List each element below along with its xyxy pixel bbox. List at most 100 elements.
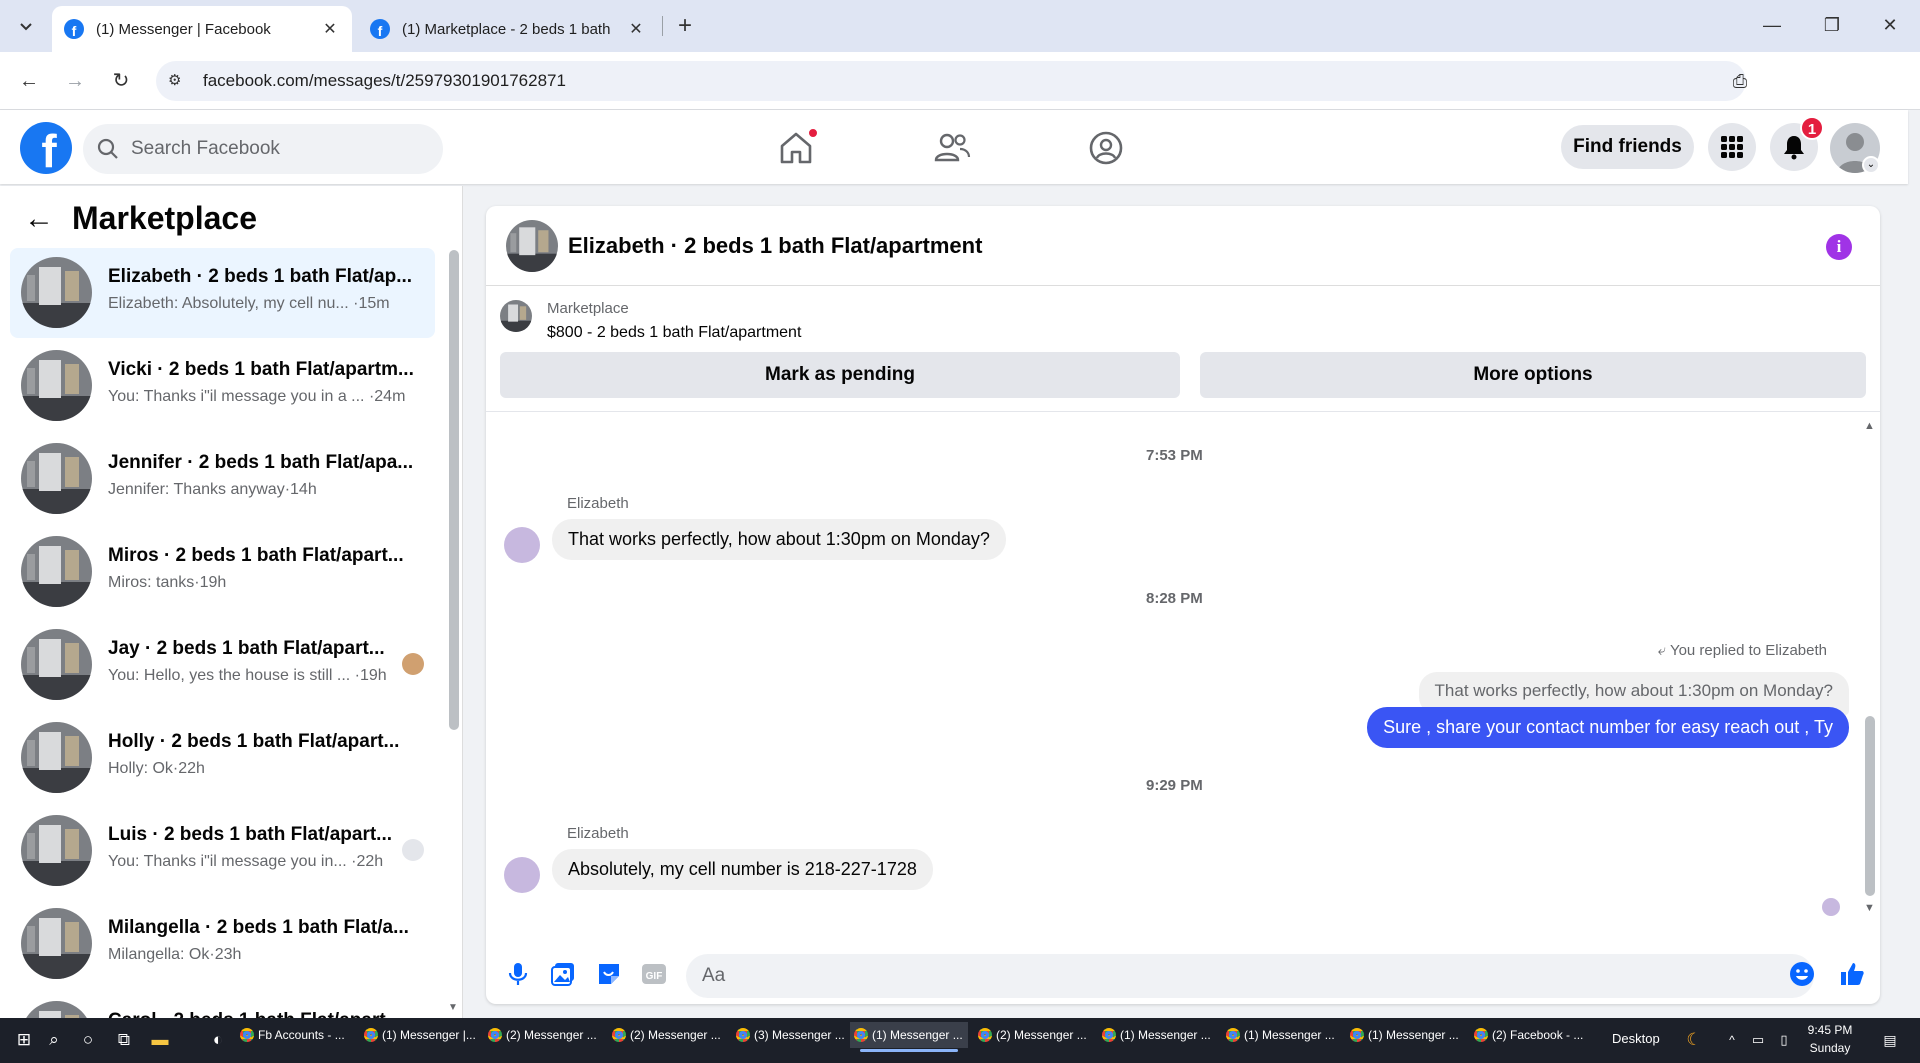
- sidebar-scrollbar[interactable]: [449, 250, 459, 730]
- scroll-down-arrow[interactable]: ▼: [1864, 902, 1875, 914]
- taskbar-window[interactable]: (1) Messenger ...: [1222, 1022, 1340, 1048]
- search-icon[interactable]: ⌕: [42, 1028, 66, 1052]
- minimize-button[interactable]: —: [1752, 10, 1792, 40]
- back-arrow-icon[interactable]: ←: [24, 202, 64, 236]
- chrome-icon: [736, 1028, 750, 1042]
- taskbar-window[interactable]: (1) Messenger |...: [360, 1022, 478, 1048]
- thumbs-up-icon[interactable]: [1838, 960, 1866, 988]
- listing-price-title[interactable]: $800 - 2 beds 1 bath Flat/apartment: [547, 324, 801, 342]
- find-friends-button[interactable]: Find friends: [1561, 125, 1694, 169]
- grid-menu-icon: [1721, 136, 1743, 158]
- chat-title[interactable]: Elizabeth · 2 beds 1 bath Flat/apartment: [568, 233, 982, 259]
- chrome-icon: [854, 1028, 868, 1042]
- scroll-up-arrow[interactable]: ▲: [1864, 420, 1875, 432]
- windows-start-icon[interactable]: ⊞: [12, 1028, 36, 1052]
- close-icon[interactable]: ✕: [320, 19, 340, 39]
- chevron-up-icon[interactable]: ^: [1720, 1028, 1744, 1052]
- notification-center-icon[interactable]: ▤: [1878, 1028, 1902, 1052]
- gif-icon[interactable]: GIF: [640, 960, 668, 988]
- listing-thumbnail: [21, 722, 92, 793]
- desktop-toolbar-label[interactable]: Desktop: [1612, 1031, 1660, 1046]
- taskbar-window[interactable]: (2) Facebook - ...: [1470, 1022, 1588, 1048]
- file-explorer-icon[interactable]: ▬: [148, 1028, 172, 1052]
- app-icon[interactable]: ◐: [206, 1028, 230, 1052]
- network-icon[interactable]: ▭: [1746, 1028, 1770, 1052]
- chevron-down-icon[interactable]: ⌄: [1862, 156, 1880, 174]
- taskbar-window[interactable]: (3) Messenger ...: [732, 1022, 850, 1048]
- chrome-icon: [240, 1028, 254, 1042]
- emoji-icon[interactable]: [1788, 960, 1816, 988]
- tab-messenger[interactable]: f (1) Messenger | Facebook ✕: [52, 6, 352, 52]
- facebook-logo-icon[interactable]: f: [20, 122, 72, 174]
- site-info-icon[interactable]: ⚙: [168, 71, 188, 91]
- facebook-icon: f: [370, 19, 390, 39]
- outgoing-message[interactable]: Sure , share your contact number for eas…: [1367, 707, 1849, 748]
- search-icon: [97, 138, 118, 159]
- taskbar-window[interactable]: (2) Messenger ...: [608, 1022, 726, 1048]
- chat-listing-thumbnail[interactable]: [506, 220, 558, 272]
- taskbar-window[interactable]: (1) Messenger ...: [1098, 1022, 1216, 1048]
- back-button[interactable]: ←: [14, 66, 44, 96]
- friends-icon[interactable]: [932, 128, 972, 168]
- mark-as-pending-button[interactable]: Mark as pending: [500, 352, 1180, 398]
- message-input[interactable]: [686, 954, 1814, 998]
- menu-button[interactable]: [1708, 123, 1756, 171]
- incoming-message[interactable]: Absolutely, my cell number is 218-227-17…: [552, 849, 933, 890]
- battery-icon[interactable]: ▯: [1772, 1028, 1796, 1052]
- incoming-message[interactable]: That works perfectly, how about 1:30pm o…: [552, 519, 1006, 560]
- conversation-item[interactable]: Luis · 2 beds 1 bath Flat/apart... You: …: [10, 806, 435, 896]
- listing-thumbnail: [21, 443, 92, 514]
- taskbar-window[interactable]: Fb Accounts - ...: [236, 1022, 354, 1048]
- message-timestamp: 8:28 PM: [1146, 590, 1203, 607]
- close-icon[interactable]: ✕: [626, 19, 646, 39]
- listing-thumbnail[interactable]: [500, 300, 532, 332]
- chat-panel: Elizabeth · 2 beds 1 bath Flat/apartment…: [486, 206, 1880, 1004]
- night-light-icon[interactable]: ☾: [1682, 1028, 1706, 1052]
- restore-button[interactable]: ❐: [1812, 10, 1852, 40]
- chevron-down-icon: [20, 23, 32, 31]
- taskbar-window-active[interactable]: (1) Messenger ...: [850, 1022, 968, 1052]
- install-app-icon[interactable]: ⎙: [1728, 71, 1752, 95]
- conversation-title: Miros · 2 beds 1 bath Flat/apart...: [108, 545, 404, 566]
- window-close-button[interactable]: ✕: [1870, 10, 1910, 40]
- conversation-item[interactable]: Jay · 2 beds 1 bath Flat/apart... You: H…: [10, 620, 435, 710]
- url-text[interactable]: facebook.com/messages/t/2597930190176287…: [203, 71, 566, 91]
- taskbar-window[interactable]: (2) Messenger ...: [484, 1022, 602, 1048]
- chrome-icon: [978, 1028, 992, 1042]
- chat-scrollbar[interactable]: [1865, 716, 1875, 896]
- system-clock[interactable]: 9:45 PM Sunday: [1798, 1021, 1862, 1057]
- microphone-icon[interactable]: [504, 960, 532, 988]
- conversation-item[interactable]: Vicki · 2 beds 1 bath Flat/apartm... You…: [10, 341, 435, 431]
- reload-button[interactable]: ↻: [106, 66, 136, 96]
- tab-search-dropdown[interactable]: [10, 10, 42, 42]
- sticker-icon[interactable]: [595, 960, 623, 988]
- forward-button[interactable]: →: [60, 66, 90, 96]
- search-input[interactable]: [131, 138, 411, 160]
- more-options-button[interactable]: More options: [1200, 352, 1866, 398]
- windows-taskbar: ⊞ ⌕ ○ ⧉ ▬ ◐ Fb Accounts - ... (1) Messen…: [0, 1018, 1920, 1063]
- taskbar-window[interactable]: (1) Messenger ...: [1346, 1022, 1464, 1048]
- conversation-title: Elizabeth · 2 beds 1 bath Flat/ap...: [108, 266, 413, 287]
- conversation-item[interactable]: Carol · 2 beds 1 bath Flat/apart...: [10, 992, 435, 1018]
- search-box[interactable]: [83, 124, 443, 174]
- taskbar-window[interactable]: (2) Messenger ...: [974, 1022, 1092, 1048]
- tab-marketplace[interactable]: f (1) Marketplace - 2 beds 1 bath ✕: [358, 6, 658, 52]
- omnibox[interactable]: ⚙ facebook.com/messages/t/25979301901762…: [156, 61, 1747, 101]
- info-icon[interactable]: i: [1826, 234, 1852, 260]
- message-timestamp: 7:53 PM: [1146, 447, 1203, 464]
- conversation-item[interactable]: Jennifer · 2 beds 1 bath Flat/apa... Jen…: [10, 434, 435, 524]
- listing-thumbnail: [21, 629, 92, 700]
- chrome-icon: [1226, 1028, 1240, 1042]
- chrome-icon: [1474, 1028, 1488, 1042]
- photo-icon[interactable]: [549, 960, 577, 988]
- conversation-snippet: You: Thanks i"il message you in... ·22h: [108, 853, 384, 870]
- conversation-item[interactable]: Miros · 2 beds 1 bath Flat/apart... Miro…: [10, 527, 435, 617]
- conversation-item[interactable]: Milangella · 2 beds 1 bath Flat/a... Mil…: [10, 899, 435, 989]
- conversation-item[interactable]: Elizabeth · 2 beds 1 bath Flat/ap... Eli…: [10, 248, 435, 338]
- task-view-icon[interactable]: ⧉: [112, 1028, 136, 1052]
- groups-icon[interactable]: [1086, 128, 1126, 168]
- scroll-down-arrow[interactable]: ▼: [448, 1002, 458, 1013]
- cortana-icon[interactable]: ○: [76, 1028, 100, 1052]
- conversation-item[interactable]: Holly · 2 beds 1 bath Flat/apart... Holl…: [10, 713, 435, 803]
- new-tab-button[interactable]: +: [670, 12, 700, 42]
